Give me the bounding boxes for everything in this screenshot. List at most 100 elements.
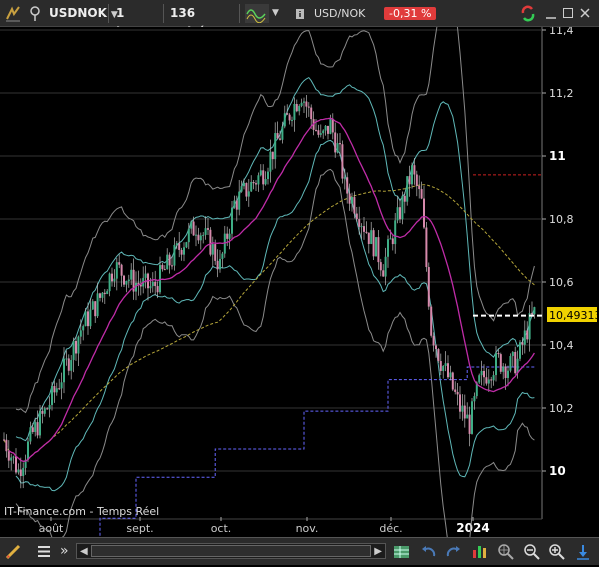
candle-body — [437, 349, 440, 362]
candle-body — [34, 422, 37, 433]
candle-body — [125, 281, 128, 285]
candle-body — [175, 243, 178, 245]
candle-body — [463, 405, 466, 419]
candle-body — [461, 405, 464, 412]
menu-icon[interactable] — [36, 542, 52, 561]
candle-body — [317, 130, 320, 135]
candle-body — [523, 330, 526, 345]
candle-body — [502, 366, 505, 372]
candle-body — [250, 181, 253, 192]
candle-body — [511, 351, 514, 357]
candle-body — [231, 207, 233, 234]
candle-body — [192, 221, 195, 236]
candle-body — [269, 151, 272, 172]
candle-body — [36, 422, 39, 436]
candle-body — [288, 114, 291, 121]
candle-body — [106, 291, 109, 295]
candle-body — [423, 198, 425, 228]
candle-body — [10, 457, 13, 461]
candle-body — [185, 242, 188, 248]
period-select[interactable]: 1 jour▼ — [112, 4, 164, 39]
scroll-to-end-icon[interactable] — [574, 542, 592, 561]
candle-body — [293, 103, 296, 120]
candle-body — [228, 233, 231, 239]
minimize-icon[interactable] — [545, 4, 557, 23]
zoom-area-icon[interactable] — [496, 542, 516, 561]
candle-body — [19, 469, 22, 477]
drawing-tools-icon[interactable] — [4, 542, 26, 561]
candle-body — [447, 363, 449, 378]
candle-body — [39, 410, 41, 436]
candle-body — [43, 408, 46, 414]
candle-body — [355, 213, 358, 220]
maximize-icon[interactable] — [562, 4, 574, 23]
price-chart[interactable]: 11,4 11,2 11 10,8 10,6 10,4 10,2 10 août sept. oc… — [0, 27, 599, 537]
refresh-icon[interactable] — [518, 4, 538, 23]
link-icon[interactable] — [27, 4, 43, 23]
candle-body — [226, 233, 229, 239]
time-scrollbar[interactable]: ◀ ▶ — [76, 543, 386, 559]
candle-body — [53, 386, 56, 393]
x-tick-label: août — [39, 522, 64, 535]
candle-body — [370, 230, 373, 244]
zoom-out-icon[interactable] — [522, 542, 542, 561]
scroll-left-icon[interactable]: ◀ — [80, 542, 88, 561]
candle-body — [295, 103, 298, 112]
candle-body — [159, 264, 161, 293]
candle-body — [507, 370, 509, 378]
candle-body — [99, 293, 101, 298]
candle-body — [531, 313, 533, 315]
zoom-in-icon[interactable] — [547, 542, 567, 561]
undo-icon[interactable] — [420, 542, 438, 561]
candle-body — [336, 143, 339, 153]
expand-icon[interactable]: » — [60, 542, 72, 561]
candle-body — [358, 219, 361, 227]
candle-body — [94, 301, 97, 317]
symbol-select[interactable]: USDNOK ▼ — [45, 4, 118, 23]
indicators-icon[interactable] — [470, 542, 490, 561]
candle-body — [77, 336, 80, 354]
candle-body — [425, 227, 428, 268]
candle-body — [497, 353, 500, 355]
candle-body — [394, 220, 397, 245]
table-icon[interactable] — [392, 542, 412, 561]
candle-body — [401, 195, 404, 220]
candle-body — [154, 281, 157, 287]
candle-body — [58, 388, 61, 390]
candle-body — [403, 195, 406, 202]
candle-body — [533, 307, 536, 315]
price-tag: 10,49313 — [549, 309, 599, 322]
candle-body — [521, 342, 524, 345]
chart-style-icon[interactable] — [245, 4, 269, 24]
candle-body — [310, 107, 313, 120]
candle-body — [499, 354, 502, 372]
candle-body — [341, 144, 344, 179]
x-tick-label: déc. — [379, 522, 402, 535]
candle-body — [504, 366, 507, 378]
scrollbar-thumb[interactable] — [91, 545, 371, 557]
redo-icon[interactable] — [444, 542, 462, 561]
candle-body — [283, 113, 286, 127]
candle-body — [221, 253, 224, 259]
close-icon[interactable] — [579, 4, 591, 23]
candle-body — [82, 326, 85, 331]
candle-body — [79, 330, 82, 337]
info-icon[interactable] — [294, 4, 306, 23]
indicator-menu-icon[interactable] — [3, 4, 23, 23]
candle-body — [360, 226, 363, 228]
candle-body — [171, 265, 173, 267]
units-select[interactable]: 136 unités▼ — [166, 4, 240, 39]
candle-body — [259, 170, 262, 176]
candle-body — [96, 293, 99, 317]
candle-body — [430, 306, 433, 336]
candle-body — [495, 353, 497, 376]
candle-body — [343, 177, 346, 179]
chevron-down-icon[interactable]: ▼ — [272, 4, 286, 23]
candle-body — [408, 176, 411, 185]
candle-body — [216, 260, 219, 270]
y-tick-label: 10 — [549, 464, 566, 478]
candle-body — [41, 410, 44, 414]
scroll-right-icon[interactable]: ▶ — [374, 542, 382, 561]
candle-body — [449, 372, 452, 378]
candle-body — [115, 262, 118, 279]
